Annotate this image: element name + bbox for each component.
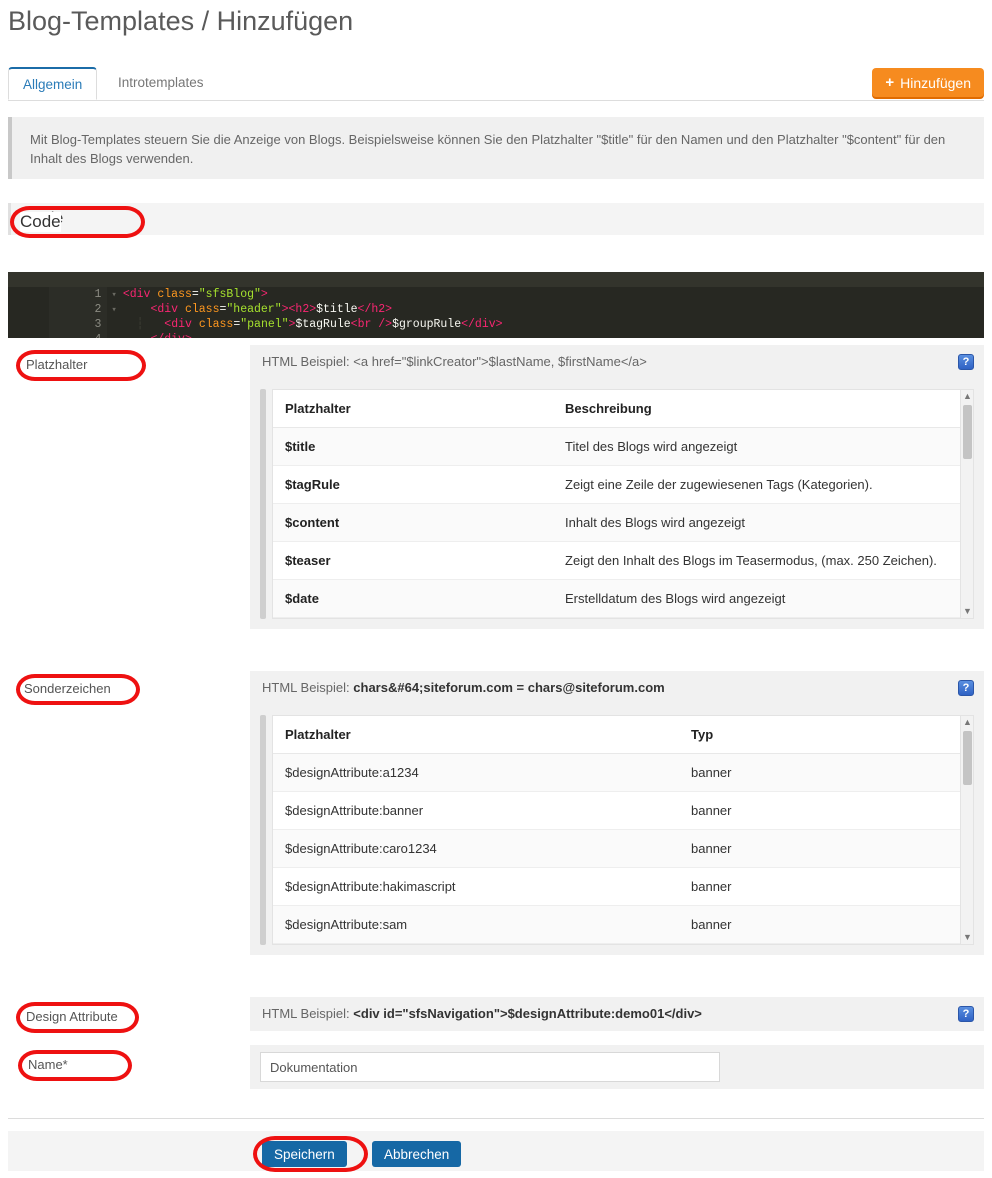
add-button[interactable]: + Hinzufügen xyxy=(872,68,984,97)
cell-type: banner xyxy=(679,829,973,868)
cell-desc: Titel des Blogs wird angezeigt xyxy=(553,427,973,466)
cell-type: banner xyxy=(679,791,973,830)
cell-desc: Zeigt eine Zeile der zugewiesenen Tags (… xyxy=(553,465,973,504)
table-row[interactable]: $title Titel des Blogs wird angezeigt xyxy=(273,427,973,466)
annotation-name-label: Name* xyxy=(28,1057,68,1072)
col-description: Beschreibung xyxy=(553,390,973,428)
name-input[interactable] xyxy=(260,1052,720,1082)
chevron-down-icon[interactable]: ▼ xyxy=(961,931,973,944)
cell-key: $tagRule xyxy=(273,465,553,504)
table-row[interactable]: $teaser Zeigt den Inhalt des Blogs im Tea… xyxy=(273,541,973,580)
table-row[interactable]: $content Inhalt des Blogs wird angezeigt xyxy=(273,503,973,542)
specialchar-table: Platzhalter Typ $designAttribute:a1234 ba… xyxy=(273,716,973,944)
table-row[interactable]: $designAttribute:banner banner xyxy=(273,791,973,830)
specialchar-section: HTML Beispiel: chars&#64;siteforum.com =… xyxy=(250,671,984,955)
footer-bar: Speichern Abbrechen xyxy=(8,1131,984,1171)
specialchar-hint: HTML Beispiel: chars&#64;siteforum.com =… xyxy=(250,671,984,705)
save-button[interactable]: Speichern xyxy=(262,1141,347,1167)
col-placeholder: Platzhalter xyxy=(273,716,679,754)
cell-key: $content xyxy=(273,503,553,542)
placeholder-scroll-area: Platzhalter Beschreibung $title Titel des… xyxy=(250,379,984,629)
cell-key: $teaser xyxy=(273,541,553,580)
name-field-row xyxy=(250,1045,984,1089)
cell-key: $date xyxy=(273,579,553,618)
placeholder-hint-prefix: HTML Beispiel: xyxy=(262,354,354,369)
cell-key: $designAttribute:sam xyxy=(273,905,679,944)
cancel-button[interactable]: Abbrechen xyxy=(372,1141,462,1167)
chevron-down-icon[interactable]: ▼ xyxy=(961,605,973,618)
table-row[interactable]: $designAttribute:sam banner xyxy=(273,905,973,944)
cell-key: $designAttribute:caro1234 xyxy=(273,829,679,868)
specialchar-table-container: Platzhalter Typ $designAttribute:a1234 ba… xyxy=(272,715,974,945)
left-scroll-indicator[interactable] xyxy=(260,389,266,619)
annotation-placeholder-label: Platzhalter xyxy=(26,357,88,372)
chevron-up-icon[interactable]: ▲ xyxy=(961,716,973,729)
line-number: 4 xyxy=(49,332,108,338)
cell-type: banner xyxy=(679,867,973,906)
table-scrollbar[interactable]: ▲ ▼ xyxy=(960,390,973,618)
code-editor[interactable]: 1 ▾ <div class="sfsBlog"> 2 ▾ <div class="h… xyxy=(8,272,984,338)
plus-icon: + xyxy=(885,74,895,91)
code-line: 2 ▾ <div class="header"><h2>$title</h2> xyxy=(8,287,984,317)
col-type: Typ xyxy=(679,716,973,754)
left-scroll-indicator[interactable] xyxy=(260,715,266,945)
cell-key: $designAttribute:hakimascript xyxy=(273,867,679,906)
code-line: 1 ▾ <div class="sfsBlog"> xyxy=(8,272,984,302)
table-row[interactable]: $date Erstelldatum des Blogs wird angezei… xyxy=(273,579,973,618)
chevron-up-icon[interactable]: ▲ xyxy=(961,390,973,403)
design-attribute-hint-code: <div id="sfsNavigation">$designAttribute… xyxy=(353,1006,702,1021)
cell-key: $title xyxy=(273,427,553,466)
placeholder-hint: HTML Beispiel: <a href="$linkCreator">$l… xyxy=(250,345,984,379)
annotation-design-attribute-label: Design Attribute xyxy=(26,1009,118,1024)
question-mark-icon[interactable]: ? xyxy=(958,1006,974,1022)
code-line: 3 ┆ <div class="panel">$tagRule<br />$gr… xyxy=(8,302,984,332)
cell-key: $designAttribute:a1234 xyxy=(273,753,679,792)
footer-divider xyxy=(8,1118,984,1119)
table-row[interactable]: $designAttribute:a1234 banner xyxy=(273,753,973,792)
table-header-row: Platzhalter Typ xyxy=(273,716,973,754)
placeholder-section: HTML Beispiel: <a href="$linkCreator">$l… xyxy=(250,345,984,629)
cell-type: banner xyxy=(679,905,973,944)
cell-key: $designAttribute:banner xyxy=(273,791,679,830)
design-attribute-hint-prefix: HTML Beispiel: xyxy=(262,1006,354,1021)
annotation-specialchar-label: Sonderzeichen xyxy=(24,681,111,696)
placeholder-table: Platzhalter Beschreibung $title Titel des… xyxy=(273,390,973,618)
page-root: Blog-Templates / Hinzufügen Allgemein In… xyxy=(0,0,992,1178)
table-scrollbar[interactable]: ▲ ▼ xyxy=(960,716,973,944)
table-row[interactable]: $designAttribute:caro1234 banner xyxy=(273,829,973,868)
tab-bar: Allgemein Introtemplates xyxy=(8,67,984,101)
code-line-text: </div> xyxy=(117,332,191,338)
col-placeholder: Platzhalter xyxy=(273,390,553,428)
scrollbar-thumb[interactable] xyxy=(963,405,972,459)
cell-type: banner xyxy=(679,753,973,792)
table-row[interactable]: $designAttribute:hakimascript banner xyxy=(273,867,973,906)
cell-desc: Zeigt den Inhalt des Blogs im Teasermodu… xyxy=(553,541,973,580)
tab-introtemplates[interactable]: Introtemplates xyxy=(104,67,218,100)
placeholder-hint-code: <a href="$linkCreator">$lastName, $first… xyxy=(353,354,647,369)
specialchar-hint-code: chars&#64;siteforum.com = chars@siteforu… xyxy=(353,680,665,695)
add-button-label: Hinzufügen xyxy=(900,74,971,91)
placeholder-table-container: Platzhalter Beschreibung $title Titel des… xyxy=(272,389,974,619)
page-title: Blog-Templates / Hinzufügen xyxy=(8,6,354,36)
cell-desc: Erstelldatum des Blogs wird angezeigt xyxy=(553,579,973,618)
specialchar-hint-prefix: HTML Beispiel: xyxy=(262,680,354,695)
scrollbar-thumb[interactable] xyxy=(963,731,972,785)
code-section-heading: Code xyxy=(8,203,984,235)
table-header-row: Platzhalter Beschreibung xyxy=(273,390,973,428)
info-notice: Mit Blog-Templates steuern Sie die Anzei… xyxy=(8,117,984,179)
cell-desc: Inhalt des Blogs wird angezeigt xyxy=(553,503,973,542)
question-mark-icon[interactable]: ? xyxy=(958,354,974,370)
code-line: 4 </div> xyxy=(8,317,984,338)
annotation-code-label: Code xyxy=(20,212,61,232)
design-attribute-section: HTML Beispiel: <div id="sfsNavigation">$… xyxy=(250,997,984,1031)
question-mark-icon[interactable]: ? xyxy=(958,680,974,696)
tab-allgemein[interactable]: Allgemein xyxy=(8,67,98,100)
table-row[interactable]: $tagRule Zeigt eine Zeile der zugewiesene… xyxy=(273,465,973,504)
specialchar-scroll-area: Platzhalter Typ $designAttribute:a1234 ba… xyxy=(250,705,984,955)
design-attribute-hint: HTML Beispiel: <div id="sfsNavigation">$… xyxy=(250,997,984,1031)
